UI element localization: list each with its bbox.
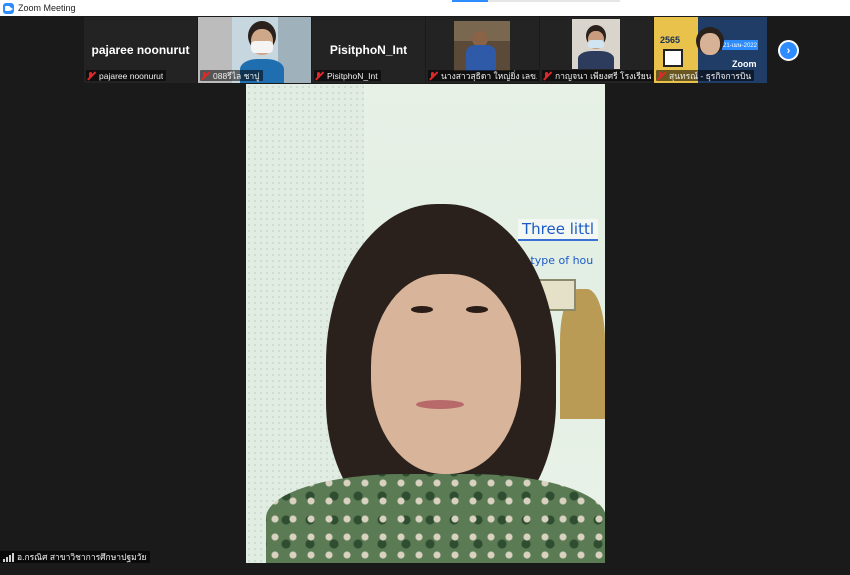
shirt <box>266 474 605 563</box>
face <box>371 274 521 474</box>
participant-tile[interactable]: 2565 21-เมษ-2022 Zoom สุนทรณ์ - ธุรกิจกา… <box>654 17 767 83</box>
mic-muted-icon <box>86 71 96 81</box>
participant-name: pajaree noonurut <box>99 70 164 81</box>
poster-date: 21-เมษ-2022 <box>722 40 758 50</box>
participant-tile[interactable]: กาญจนา เพียงศรี โรงเรียน... <box>540 17 653 83</box>
participant-name-tag: PisitphoN_Int <box>314 70 381 81</box>
participant-name-tag: กาญจนา เพียงศรี โรงเรียน... <box>542 70 653 81</box>
participant-name: สุนทรณ์ - ธุรกิจการบิน <box>669 70 752 81</box>
participant-name-tag: นางสาวสุธิดา ใหญ่ยิ่ง เลข... <box>428 70 539 81</box>
participant-display-name: PisitphoN_Int <box>329 43 408 57</box>
participant-tile[interactable]: PisitphoN_Int PisitphoN_Int <box>312 17 425 83</box>
mic-muted-icon <box>656 71 666 81</box>
poster-year: 2565 <box>660 35 681 45</box>
participant-name-tag: สุนทรณ์ - ธุรกิจการบิน <box>656 70 755 81</box>
signal-strength-icon <box>3 552 14 562</box>
poster-brand: Zoom <box>732 59 757 69</box>
window-titlebar: Zoom Meeting <box>0 0 850 16</box>
chevron-right-icon: › <box>786 44 791 57</box>
participant-name-tag: 088รีไล ชาปู <box>200 70 263 81</box>
participant-video <box>572 19 620 69</box>
participant-display-name: pajaree noonurut <box>91 43 190 57</box>
active-speaker-name: อ.กรณิศ สาขาวิชาการศึกษาปฐมวัย <box>17 552 147 562</box>
participant-tile[interactable]: 088รีไล ชาปู <box>198 17 311 83</box>
mic-muted-icon <box>314 71 324 81</box>
left-eye <box>411 306 433 313</box>
zoom-app-icon <box>3 2 14 14</box>
mic-muted-icon <box>428 71 438 81</box>
next-page-button[interactable]: › <box>778 40 799 61</box>
participant-name: นางสาวสุธิดา ใหญ่ยิ่ง เลข... <box>441 70 537 81</box>
view-tab-inactive[interactable] <box>488 0 620 2</box>
participant-name-tag: pajaree noonurut <box>86 70 167 81</box>
active-speaker-video[interactable]: Three littl What type of hou <box>246 84 605 563</box>
view-tab-active[interactable] <box>452 0 488 2</box>
participant-name: 088รีไล ชาปู <box>213 70 260 81</box>
participant-strip: pajaree noonurut pajaree noonurut 088รีไ… <box>84 17 767 83</box>
right-eye <box>466 306 488 313</box>
active-speaker-name-tag: อ.กรณิศ สาขาวิชาการศึกษาปฐมวัย <box>0 551 150 563</box>
mic-muted-icon <box>200 71 210 81</box>
speaker-person <box>266 204 605 563</box>
window-title: Zoom Meeting <box>18 3 76 13</box>
participant-tile[interactable]: pajaree noonurut pajaree noonurut <box>84 17 197 83</box>
participant-name: กาญจนา เพียงศรี โรงเรียน... <box>555 70 651 81</box>
mic-muted-icon <box>542 71 552 81</box>
participant-video <box>454 21 510 71</box>
mouth <box>416 400 464 409</box>
participant-tile[interactable]: นางสาวสุธิดา ใหญ่ยิ่ง เลข... <box>426 17 539 83</box>
participant-name: PisitphoN_Int <box>327 70 378 81</box>
